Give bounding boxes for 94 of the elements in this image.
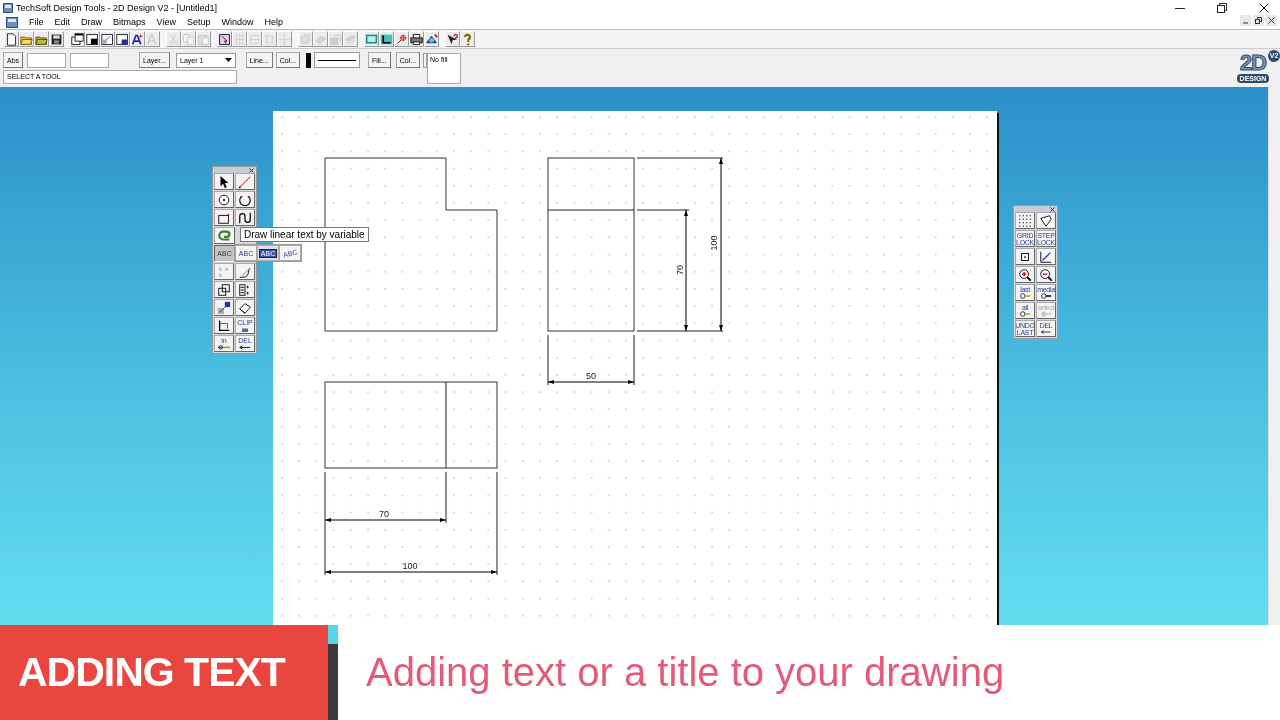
trim-corner-icon	[217, 318, 231, 333]
zoom-in-icon	[1018, 267, 1032, 282]
move-icon	[278, 32, 291, 46]
clipboard-icon	[197, 32, 210, 46]
vertical-scrollbar[interactable]	[1268, 87, 1280, 625]
select-box-icon	[218, 32, 231, 46]
dimension-label: 70	[675, 265, 685, 275]
line-color-swatch	[306, 52, 311, 68]
menu-item[interactable]: View	[156, 17, 176, 27]
question-mark-icon	[461, 32, 474, 46]
tool-button[interactable]	[235, 281, 255, 298]
x-coordinate-field[interactable]	[27, 52, 67, 68]
window-icon	[101, 32, 114, 46]
letter-a-icon	[146, 32, 159, 46]
dimension-icon	[217, 344, 231, 350]
restore-icon	[1217, 2, 1227, 13]
window-icon	[86, 32, 99, 46]
extension-line	[633, 334, 635, 386]
printer-icon	[410, 32, 423, 46]
menu-item[interactable]: Draw	[81, 17, 103, 27]
menu-item[interactable]: Help	[264, 17, 283, 27]
overlapping-squares-icon	[217, 282, 231, 297]
view-tool-button[interactable]	[1015, 248, 1035, 265]
tool-button[interactable]	[214, 209, 234, 226]
new-file-icon	[5, 32, 18, 46]
line-icon	[238, 174, 252, 189]
extension-line	[636, 209, 690, 211]
view-tool-button[interactable]	[1036, 266, 1056, 283]
subtitle: Adding text or a title to your drawing	[366, 650, 1005, 695]
tool-button[interactable]	[214, 317, 234, 334]
frame-icon	[248, 32, 261, 46]
restore-icon	[1255, 17, 1262, 24]
dimension-label: 100	[709, 235, 719, 251]
curve-icon	[238, 210, 252, 225]
layers-icon	[329, 32, 342, 46]
close-button[interactable]	[1266, 15, 1277, 26]
scissors-icon	[167, 32, 180, 46]
app-icon	[3, 2, 13, 13]
fill-color-swatch	[423, 52, 427, 68]
close-icon	[1268, 17, 1275, 24]
view-tool-button[interactable]	[1015, 266, 1035, 283]
tool-button[interactable]	[214, 281, 234, 298]
export-icon	[425, 32, 438, 46]
line-style-preview	[313, 52, 360, 68]
dimension-label: 70	[379, 509, 389, 519]
arrow-left-icon	[238, 344, 252, 350]
zoom-out-icon	[1039, 267, 1053, 282]
menu-item[interactable]: File	[29, 17, 44, 27]
tool-button[interactable]	[235, 209, 255, 226]
grid-icon	[233, 32, 246, 46]
view-tool-button[interactable]	[1036, 212, 1056, 229]
dimension-label: 50	[586, 371, 596, 381]
tool-button[interactable]	[235, 191, 255, 208]
tool-button[interactable]	[235, 299, 255, 316]
section-heading: ADDING TEXT	[18, 649, 285, 696]
close-icon	[1259, 2, 1269, 13]
tool-button[interactable]	[214, 173, 234, 190]
corner-icon	[380, 32, 393, 46]
align-list-icon	[238, 282, 252, 297]
screen-icon	[365, 32, 378, 46]
dimension-label: 100	[402, 561, 418, 571]
menu-item[interactable]: Window	[221, 17, 254, 27]
grid-dots-icon	[1018, 213, 1032, 228]
document-icon	[6, 16, 18, 28]
logo-text: 2D	[1239, 52, 1267, 74]
tool-button[interactable]	[235, 263, 255, 280]
window-icon	[71, 32, 84, 46]
menu-item[interactable]: Edit	[54, 17, 71, 27]
window-title: TechSoft Design Tools - 2D Design V2 - [Untitled1]	[16, 2, 217, 13]
spiral-icon	[217, 228, 232, 243]
menu-item[interactable]: Setup	[186, 17, 211, 27]
extension-line	[547, 334, 549, 386]
restore-button[interactable]	[1253, 15, 1264, 26]
dropdown-arrow-icon	[224, 58, 232, 62]
tool-button[interactable]	[214, 191, 234, 208]
close-icon	[249, 167, 254, 173]
tooltip: Draw linear text by variable	[240, 227, 369, 242]
view-tool-button[interactable]	[1036, 248, 1056, 265]
tool-button[interactable]	[214, 299, 234, 316]
window-icon	[116, 32, 129, 46]
zoom-point-icon	[395, 32, 408, 46]
menu-item[interactable]: Bitmaps	[113, 17, 146, 27]
axes-icon	[1039, 249, 1053, 264]
copy-icon	[182, 32, 195, 46]
rotate-icon	[263, 32, 276, 46]
help-pointer-icon	[446, 32, 459, 46]
arrow-left-icon	[1039, 329, 1053, 335]
close-icon	[1050, 206, 1055, 212]
y-coordinate-field[interactable]	[70, 52, 110, 68]
circle-icon	[217, 192, 231, 207]
extension-line	[445, 471, 447, 524]
color-fill-icon	[217, 300, 231, 315]
letter-a-icon	[131, 32, 144, 46]
layers-icon	[299, 32, 312, 46]
